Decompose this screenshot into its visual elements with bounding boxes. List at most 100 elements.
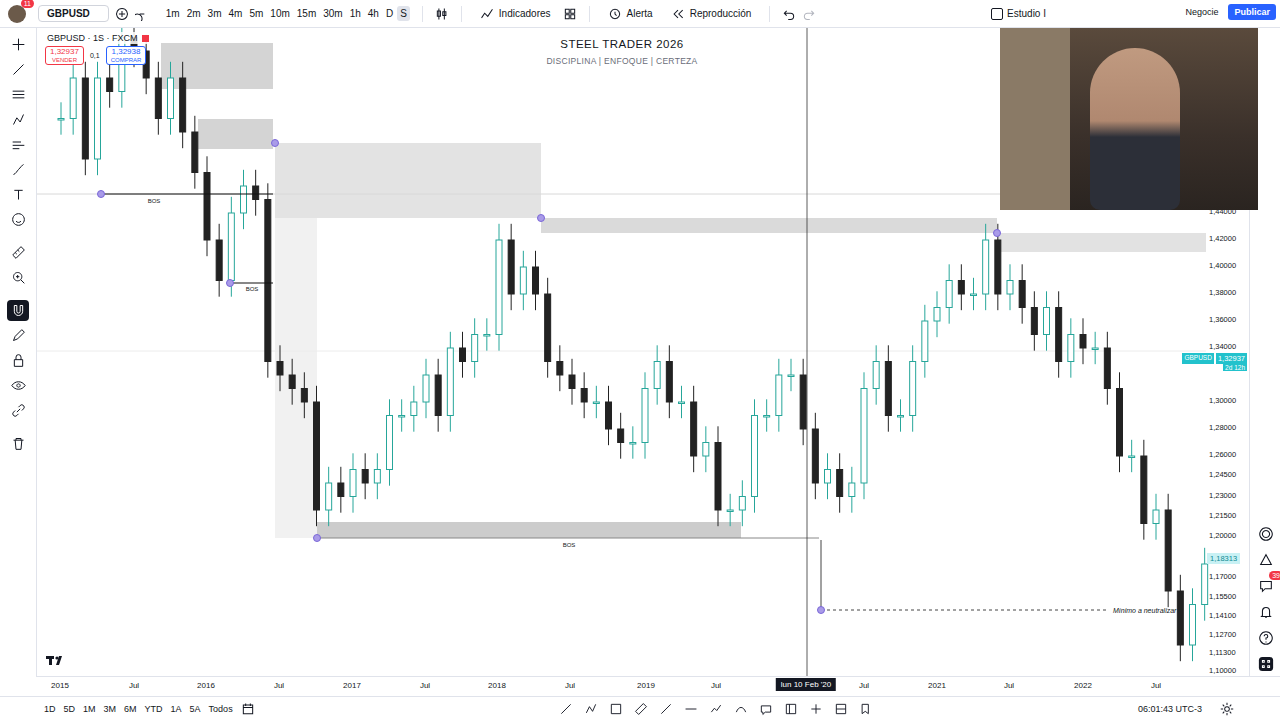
zone-rectangle[interactable] xyxy=(317,522,741,538)
drawing-tool[interactable] xyxy=(7,300,29,321)
avatar[interactable]: 11 xyxy=(8,5,26,23)
minimum-wick xyxy=(821,540,822,610)
trade-button[interactable]: Negocie xyxy=(1185,7,1218,17)
timeframe-button[interactable]: 3m xyxy=(205,6,225,21)
drawing-tool[interactable] xyxy=(7,433,29,454)
candle xyxy=(654,345,660,404)
apps-grid-icon[interactable] xyxy=(1258,656,1274,672)
undo-icon[interactable] xyxy=(782,7,796,21)
quick-tool-icon[interactable] xyxy=(859,702,873,716)
zone-rectangle[interactable] xyxy=(275,218,317,538)
drawing-tool[interactable] xyxy=(7,159,29,180)
drawing-tool[interactable] xyxy=(7,109,29,130)
legend-title[interactable]: GBPUSD · 1S · FXCM xyxy=(45,32,151,44)
publish-button[interactable]: Publicar xyxy=(1228,4,1276,20)
candle xyxy=(788,359,794,391)
bell-icon[interactable] xyxy=(1258,604,1274,620)
quick-tool-icon[interactable] xyxy=(834,702,848,716)
help-icon[interactable] xyxy=(1258,630,1274,646)
time-axis[interactable]: 2015Jul2016Jul2017Jul2018Jul2019JulJul20… xyxy=(36,676,1280,696)
bos-line[interactable] xyxy=(317,538,819,539)
calendar-icon[interactable] xyxy=(241,702,255,716)
chat-icon[interactable] xyxy=(1258,578,1274,594)
range-button[interactable]: 3M xyxy=(104,704,117,714)
drawing-tool[interactable] xyxy=(7,267,29,288)
drawing-tool[interactable] xyxy=(7,242,29,263)
quick-tool-icon[interactable] xyxy=(684,702,698,716)
settings-gear-icon[interactable] xyxy=(1220,702,1234,716)
timeframe-button[interactable]: 5m xyxy=(246,6,266,21)
drawing-tool[interactable] xyxy=(7,400,29,421)
timeframe-button[interactable]: 4m xyxy=(226,6,246,21)
anchor-point[interactable] xyxy=(994,230,1001,237)
zone-rectangle[interactable] xyxy=(541,218,997,233)
range-button[interactable]: Todos xyxy=(209,704,233,714)
alert-button[interactable]: Alerta xyxy=(602,7,659,21)
zone-rectangle[interactable] xyxy=(275,143,541,218)
drawing-tool[interactable] xyxy=(7,184,29,205)
timeframe-button[interactable]: 1h xyxy=(347,6,364,21)
drawing-tool[interactable] xyxy=(7,375,29,396)
quick-tool-icon[interactable] xyxy=(809,702,823,716)
quick-tool-icon[interactable] xyxy=(759,702,773,716)
anchor-point[interactable] xyxy=(227,280,234,287)
add-symbol-icon[interactable] xyxy=(115,7,129,21)
drawing-tool[interactable] xyxy=(7,84,29,105)
quick-tool-icon[interactable] xyxy=(609,702,623,716)
candles-icon[interactable] xyxy=(435,7,449,21)
timeframe-button[interactable]: 10m xyxy=(267,6,292,21)
range-button[interactable]: 1D xyxy=(44,704,56,714)
range-button[interactable]: 1A xyxy=(171,704,182,714)
quick-tool-icon[interactable] xyxy=(709,702,723,716)
drawing-tool[interactable] xyxy=(7,134,29,155)
indicators-button[interactable]: Indicadores xyxy=(474,7,557,21)
tradingview-logo[interactable] xyxy=(46,656,62,665)
drawing-tool[interactable] xyxy=(7,350,29,371)
range-button[interactable]: 5D xyxy=(64,704,76,714)
timeframe-button[interactable]: 2m xyxy=(184,6,204,21)
triangle-icon[interactable] xyxy=(1258,552,1274,568)
range-button[interactable]: 5A xyxy=(190,704,201,714)
quick-tool-icon[interactable] xyxy=(584,702,598,716)
symbol-search[interactable]: GBPUSD xyxy=(38,5,109,22)
drawing-tool[interactable] xyxy=(7,209,29,230)
quick-tool-icon[interactable] xyxy=(559,702,573,716)
bos-line[interactable] xyxy=(230,282,273,283)
drawing-tool[interactable] xyxy=(7,325,29,346)
anchor-point[interactable] xyxy=(818,607,825,614)
quick-tool-icon[interactable] xyxy=(659,702,673,716)
compare-icon[interactable] xyxy=(135,7,149,21)
bos-line[interactable] xyxy=(101,193,273,194)
range-button[interactable]: 1M xyxy=(83,704,96,714)
quick-tool-icon[interactable] xyxy=(784,702,798,716)
minimum-line[interactable] xyxy=(821,610,1109,611)
study-checkbox[interactable] xyxy=(991,8,1003,20)
timeframe-button[interactable]: 1m xyxy=(163,6,183,21)
timeframe-button[interactable]: D xyxy=(383,6,396,21)
range-button[interactable]: 6M xyxy=(124,704,137,714)
timeframe-button[interactable]: 30m xyxy=(320,6,345,21)
quick-tool-icon[interactable] xyxy=(734,702,748,716)
zone-rectangle[interactable] xyxy=(997,233,1206,252)
timeframe-button[interactable]: S xyxy=(397,6,410,21)
sell-button[interactable]: 1,32937VENDER xyxy=(45,46,84,65)
drawing-tool[interactable] xyxy=(7,34,29,55)
zone-rectangle[interactable] xyxy=(161,43,273,89)
replay-button[interactable]: Reproducción xyxy=(665,7,758,21)
candle xyxy=(107,62,113,108)
layout-icon[interactable] xyxy=(563,7,577,21)
anchor-point[interactable] xyxy=(314,535,321,542)
quick-tool-icon[interactable] xyxy=(634,702,648,716)
anchor-point[interactable] xyxy=(98,191,105,198)
timeframe-button[interactable]: 4h xyxy=(365,6,382,21)
anchor-point[interactable] xyxy=(538,215,545,222)
target-icon[interactable] xyxy=(1258,526,1274,542)
study-toggle[interactable]: Estudio I xyxy=(991,8,1046,20)
zone-rectangle[interactable] xyxy=(198,119,273,149)
range-button[interactable]: YTD xyxy=(145,704,163,714)
buy-button[interactable]: 1,32938COMPRAR xyxy=(106,46,147,65)
redo-icon[interactable] xyxy=(802,7,816,21)
anchor-point[interactable] xyxy=(272,140,279,147)
drawing-tool[interactable] xyxy=(7,59,29,80)
timeframe-button[interactable]: 15m xyxy=(294,6,319,21)
